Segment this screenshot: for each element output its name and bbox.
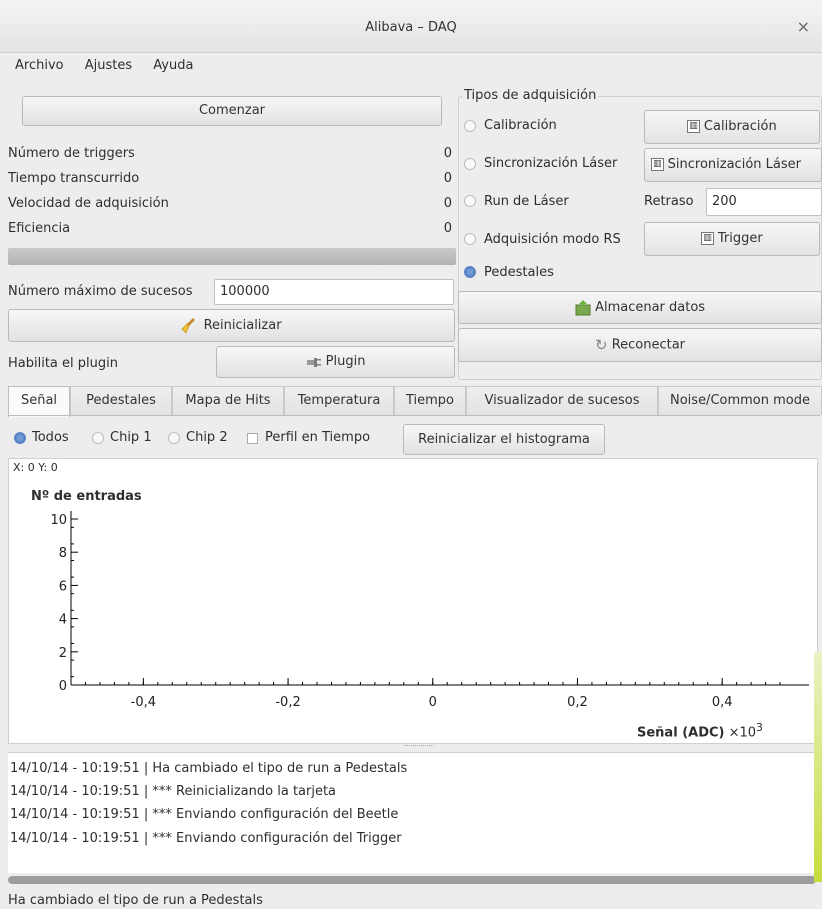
max-events-label: Número máximo de sucesos <box>8 284 193 299</box>
radio-pedestals[interactable] <box>464 266 476 278</box>
acq-group-title: Tipos de adquisición <box>462 88 599 103</box>
start-button[interactable]: Comenzar <box>22 96 442 126</box>
reset-label: Reinicializar <box>203 318 282 333</box>
plugin-label: Habilita el plugin <box>8 356 118 371</box>
status-bar-text: Ha cambiado el tipo de run a Pedestals <box>8 893 263 908</box>
x-axis-multiplier-exp: 3 <box>756 721 763 734</box>
tab-temperatura[interactable]: Temperatura <box>284 386 394 415</box>
radio-todos-label: Todos <box>32 430 69 445</box>
x-tick-label: 0,4 <box>712 695 733 710</box>
delay-field[interactable]: 200 <box>706 188 822 216</box>
y-tick-label: 10 <box>50 513 67 528</box>
tab-divider <box>8 415 820 416</box>
background-window-edge <box>814 652 822 882</box>
tab-visualizador[interactable]: Visualizador de sucesos <box>466 386 658 415</box>
broom-icon <box>181 317 196 334</box>
radio-pedestals-label: Pedestales <box>484 265 554 280</box>
y-tick-label: 6 <box>59 579 67 594</box>
menu-archivo[interactable]: Archivo <box>15 58 64 73</box>
profile-checkbox[interactable] <box>247 433 258 444</box>
close-icon[interactable]: × <box>797 17 810 36</box>
tab-bar: Señal Pedestales Mapa de Hits Temperatur… <box>8 386 822 417</box>
delay-label: Retraso <box>644 194 694 209</box>
x-axis-label: Señal (ADC) <box>637 725 725 741</box>
stat-label-triggers: Número de triggers <box>8 146 135 161</box>
window-title: Alibava – DAQ <box>365 20 457 35</box>
refresh-icon: ↻ <box>594 336 608 354</box>
stat-label-efficiency: Eficiencia <box>8 221 71 236</box>
reconnect-button[interactable]: ↻ Reconectar <box>458 328 822 362</box>
y-tick-label: 0 <box>59 679 67 694</box>
menu-ajustes[interactable]: Ajustes <box>85 58 132 73</box>
tab-mapa-hits[interactable]: Mapa de Hits <box>172 386 284 415</box>
radio-chip1-label: Chip 1 <box>110 430 152 445</box>
radio-calibration-label: Calibración <box>484 118 557 133</box>
reset-button[interactable]: Reinicializar <box>8 309 455 342</box>
title-bar: Alibava – DAQ × <box>0 0 822 53</box>
calibration-button-label: Calibración <box>703 119 777 134</box>
horizontal-scrollbar[interactable] <box>8 876 816 884</box>
trigger-button[interactable]: ▥ Trigger <box>644 222 820 256</box>
y-axis-label: Nº de entradas <box>31 489 142 504</box>
stat-label-time: Tiempo transcurrido <box>8 171 140 186</box>
x-axis-multiplier: ×10 <box>728 725 757 741</box>
reconnect-label: Reconectar <box>611 337 686 353</box>
y-tick-label: 8 <box>59 546 67 561</box>
stat-value-triggers: 0 <box>443 146 452 161</box>
stat-value-speed: 0 <box>443 196 452 211</box>
log-line: 14/10/14 - 10:19:51 | *** Reinicializand… <box>10 784 337 799</box>
tab-pedestales[interactable]: Pedestales <box>70 386 172 415</box>
x-tick-label: 0,2 <box>567 695 588 710</box>
plug-icon <box>306 357 321 367</box>
radio-laser-sync-label: Sincronización Láser <box>484 156 618 171</box>
log-panel: 14/10/14 - 10:19:51 | Ha cambiado el tip… <box>8 752 820 873</box>
radio-rs-mode[interactable] <box>464 233 476 245</box>
radio-laser-run-label: Run de Láser <box>484 194 569 209</box>
calibration-button[interactable]: ▥ Calibración <box>644 110 820 144</box>
x-tick-label: -0,2 <box>275 695 300 710</box>
tab-noise[interactable]: Noise/Common mode <box>658 386 822 415</box>
radio-calibration[interactable] <box>464 120 476 132</box>
laser-sync-button-label: Sincronización Láser <box>667 157 801 172</box>
log-line: 14/10/14 - 10:19:51 | *** Enviando confi… <box>10 807 399 822</box>
trigger-button-label: Trigger <box>717 231 763 246</box>
radio-chip2[interactable] <box>168 432 180 444</box>
menu-ayuda[interactable]: Ayuda <box>153 58 193 73</box>
splitter-handle[interactable] <box>404 745 434 750</box>
plugin-button[interactable]: Plugin <box>216 346 455 378</box>
log-line: 14/10/14 - 10:19:51 | *** Enviando confi… <box>10 831 402 846</box>
stat-value-time: 0 <box>443 171 452 186</box>
radio-chip2-label: Chip 2 <box>186 430 228 445</box>
chip-icon: ▥ <box>687 120 700 133</box>
radio-laser-run[interactable] <box>464 195 476 207</box>
tab-senal[interactable]: Señal <box>8 386 70 417</box>
progress-bar <box>8 248 456 265</box>
max-events-field[interactable]: 100000 <box>214 279 454 305</box>
reset-histogram-button[interactable]: Reinicializar el histograma <box>403 424 605 455</box>
stat-label-speed: Velocidad de adquisición <box>8 196 169 211</box>
radio-rs-mode-label: Adquisición modo RS <box>484 232 621 247</box>
store-data-label: Almacenar datos <box>595 300 706 315</box>
save-icon <box>575 299 591 315</box>
x-axis-label-group: Señal (ADC) ×103 <box>637 721 763 740</box>
profile-checkbox-label: Perfil en Tiempo <box>265 430 371 445</box>
chip-icon: ▥ <box>701 232 714 245</box>
y-tick-label: 2 <box>59 646 67 661</box>
chip-icon: ▥ <box>651 158 664 171</box>
y-tick-label: 4 <box>59 613 67 628</box>
laser-sync-button[interactable]: ▥ Sincronización Láser <box>644 148 822 182</box>
radio-todos[interactable] <box>14 432 26 444</box>
store-data-button[interactable]: Almacenar datos <box>458 291 822 324</box>
tab-tiempo[interactable]: Tiempo <box>394 386 466 415</box>
menu-bar: Archivo Ajustes Ayuda <box>0 58 195 80</box>
x-tick-label: 0 <box>429 695 437 710</box>
log-line: 14/10/14 - 10:19:51 | Ha cambiado el tip… <box>10 761 408 776</box>
radio-laser-sync[interactable] <box>464 158 476 170</box>
stat-value-efficiency: 0 <box>443 221 452 236</box>
plugin-button-label: Plugin <box>325 354 366 369</box>
plot-area[interactable]: X: 0 Y: 0 0 2 4 6 8 10 -0,4 -0,2 0 0,2 0,4 Nº de e… <box>8 458 818 744</box>
radio-chip1[interactable] <box>92 432 104 444</box>
x-tick-label: -0,4 <box>131 695 156 710</box>
